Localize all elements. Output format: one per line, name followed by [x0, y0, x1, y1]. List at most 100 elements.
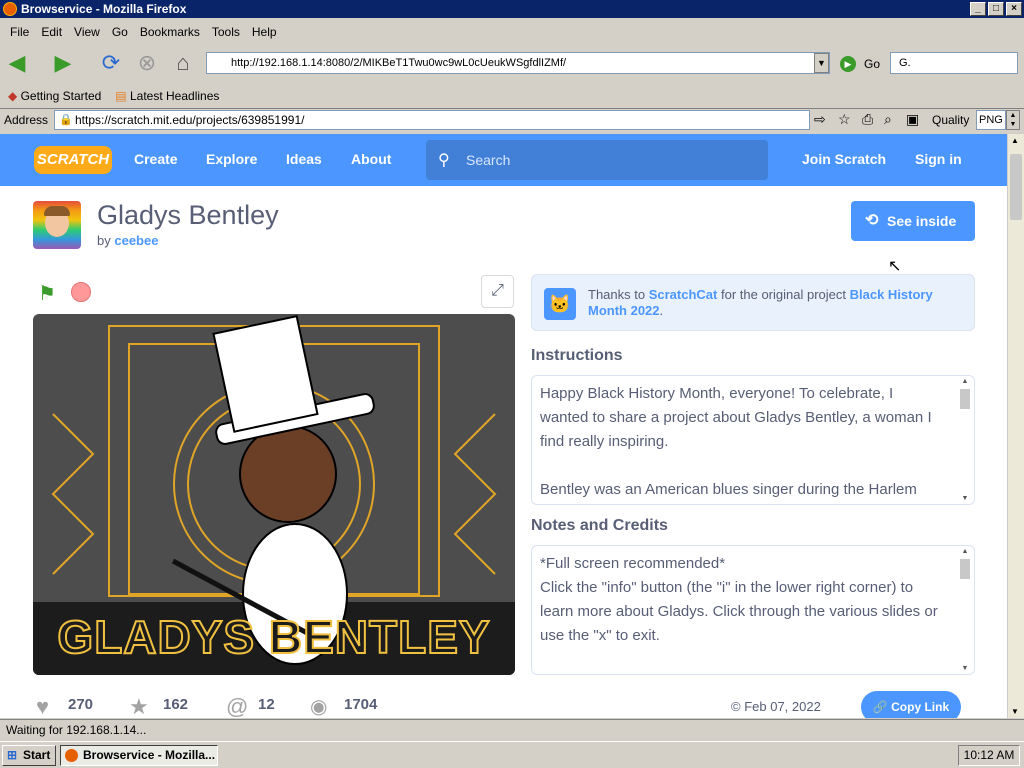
window-title: Browservice - Mozilla Firefox: [21, 2, 187, 16]
search-placeholder: Search: [466, 152, 511, 168]
author-avatar[interactable]: [33, 201, 81, 249]
stop-sign-icon[interactable]: [71, 282, 91, 302]
clipboard-icon[interactable]: ▣: [906, 111, 919, 128]
menu-help[interactable]: Help: [246, 25, 283, 39]
maximize-button[interactable]: □: [988, 2, 1004, 16]
bookmark-icon: ◆: [8, 89, 18, 103]
author-link[interactable]: ceebee: [114, 233, 158, 248]
heart-icon[interactable]: ♥: [36, 694, 49, 718]
remix-user-link[interactable]: ScratchCat: [649, 287, 718, 302]
firefox-taskbar-icon: [65, 749, 78, 762]
bookmark-label: Latest Headlines: [129, 89, 220, 103]
instructions-heading: Instructions: [531, 347, 623, 364]
menu-file[interactable]: File: [4, 25, 35, 39]
nav-about[interactable]: About: [351, 151, 391, 167]
join-scratch-link[interactable]: Join Scratch: [802, 151, 886, 167]
go-icon[interactable]: ▶: [840, 56, 856, 72]
remix-middle: for the original project: [720, 287, 846, 302]
status-bar: Waiting for 192.168.1.14...: [0, 719, 1024, 739]
copy-link-button[interactable]: 🔗 Copy Link: [861, 691, 961, 718]
taskbar-item-label: Browservice - Mozilla...: [83, 748, 216, 762]
scroll-up-icon[interactable]: ▲: [1011, 136, 1019, 145]
mouse-cursor-icon: ↖: [888, 258, 902, 275]
reload-icon[interactable]: ⟳: [98, 50, 124, 76]
address-input[interactable]: https://scratch.mit.edu/projects/6398519…: [54, 110, 810, 130]
search-input[interactable]: G.: [890, 52, 1018, 74]
search-icon: ⚲: [438, 152, 450, 169]
find-icon[interactable]: ⌕: [884, 111, 892, 128]
windows-logo-icon: ⊞: [7, 748, 18, 762]
eye-icon: ◉: [310, 696, 328, 718]
taskbar-firefox-item[interactable]: Browservice - Mozilla...: [60, 745, 218, 766]
copy-link-label: Copy Link: [891, 700, 950, 714]
menu-view[interactable]: View: [68, 25, 106, 39]
nav-create[interactable]: Create: [134, 151, 178, 167]
nav-explore[interactable]: Explore: [206, 151, 257, 167]
project-stage[interactable]: GLADYS BENTLEY: [33, 314, 515, 675]
remixes-count: 12: [258, 696, 275, 713]
home-icon[interactable]: ⌂: [170, 50, 196, 76]
nav-ideas[interactable]: Ideas: [286, 151, 322, 167]
url-dropdown-icon[interactable]: ▼: [814, 53, 829, 73]
menu-tools[interactable]: Tools: [206, 25, 246, 39]
firefox-icon: [3, 2, 17, 16]
start-label: Start: [23, 748, 51, 762]
scroll-thumb[interactable]: [1010, 154, 1022, 220]
scratch-logo[interactable]: SCRATCH: [34, 146, 112, 174]
scratchcat-avatar[interactable]: 🐱: [544, 288, 576, 320]
page-scrollbar[interactable]: ▲ ▼: [1007, 134, 1024, 718]
scratch-search-input[interactable]: ⚲ Search: [426, 140, 768, 180]
menu-edit[interactable]: Edit: [35, 25, 68, 39]
start-button[interactable]: ⊞ Start: [2, 745, 56, 766]
see-inside-icon: ⟲: [865, 212, 879, 229]
navigation-toolbar: ◀ ▶ ⟳ ⊗ ⌂ http://192.168.1.14:8080/2/MIK…: [0, 46, 1024, 82]
address-label: Address: [4, 113, 49, 127]
instructions-text[interactable]: Happy Black History Month, everyone! To …: [531, 375, 975, 505]
quality-spinner-icon[interactable]: ▲ ▼: [1006, 110, 1020, 130]
sign-in-link[interactable]: Sign in: [915, 151, 962, 167]
scroll-down-icon[interactable]: ▼: [1011, 707, 1019, 716]
quality-select[interactable]: PNG: [976, 110, 1006, 130]
stop-icon[interactable]: ⊗: [134, 50, 160, 76]
remix-icon: @: [226, 694, 249, 718]
quality-label: Quality: [932, 113, 970, 127]
project-title: Gladys Bentley: [97, 200, 279, 230]
scratch-nav-bar: SCRATCH Create Explore Ideas About ⚲ Sea…: [0, 134, 1007, 186]
green-flag-icon[interactable]: ⚑: [38, 281, 56, 306]
window-title-bar: Browservice - Mozilla Firefox _ □ ×: [0, 0, 1024, 18]
fullscreen-icon[interactable]: ⤢: [481, 275, 514, 308]
minimize-button[interactable]: _: [970, 2, 986, 16]
back-icon[interactable]: ◀: [4, 50, 30, 76]
web-page: SCRATCH Create Explore Ideas About ⚲ Sea…: [0, 134, 1007, 718]
go-arrow-icon[interactable]: ⇨: [814, 111, 826, 128]
lock-icon: 🔒: [59, 114, 73, 126]
taskbar: ⊞ Start Browservice - Mozilla... 10:12 A…: [0, 741, 1024, 768]
print-icon[interactable]: ⎙: [862, 111, 873, 128]
notes-text[interactable]: *Full screen recommended* Click the "inf…: [531, 545, 975, 675]
see-inside-button[interactable]: ⟲ See inside: [851, 201, 975, 241]
remix-credit-panel: 🐱 Thanks to ScratchCat for the original …: [531, 274, 975, 331]
star-icon[interactable]: ★: [129, 694, 149, 718]
link-icon: 🔗: [872, 700, 888, 714]
menu-go[interactable]: Go: [106, 25, 134, 39]
notes-scrollbar[interactable]: ▲ ▼: [958, 548, 972, 672]
bookmark-star-icon[interactable]: ☆: [838, 111, 851, 128]
stage-banner-text: GLADYS BENTLEY: [56, 610, 491, 664]
url-input[interactable]: http://192.168.1.14:8080/2/MIKBeT1Twu0wc…: [206, 52, 830, 74]
notes-heading: Notes and Credits: [531, 517, 668, 534]
close-button[interactable]: ×: [1006, 2, 1022, 16]
project-date: © Feb 07, 2022: [731, 699, 821, 714]
rss-icon: ▤: [115, 89, 127, 103]
go-button[interactable]: Go: [864, 57, 880, 71]
by-label: by: [97, 233, 111, 248]
see-inside-label: See inside: [887, 213, 957, 229]
bookmark-latest-headlines[interactable]: ▤ Latest Headlines: [115, 89, 219, 103]
address-bar: Address https://scratch.mit.edu/projects…: [0, 108, 1024, 132]
remix-suffix: .: [659, 303, 664, 318]
bookmark-getting-started[interactable]: ◆ Getting Started: [8, 89, 101, 103]
instructions-scrollbar[interactable]: ▲ ▼: [958, 378, 972, 502]
menu-bookmarks[interactable]: Bookmarks: [134, 25, 206, 39]
bookmark-label: Getting Started: [20, 89, 102, 103]
forward-icon[interactable]: ▶: [50, 50, 76, 76]
bookmarks-toolbar: ◆ Getting Started ▤ Latest Headlines: [0, 86, 1024, 106]
